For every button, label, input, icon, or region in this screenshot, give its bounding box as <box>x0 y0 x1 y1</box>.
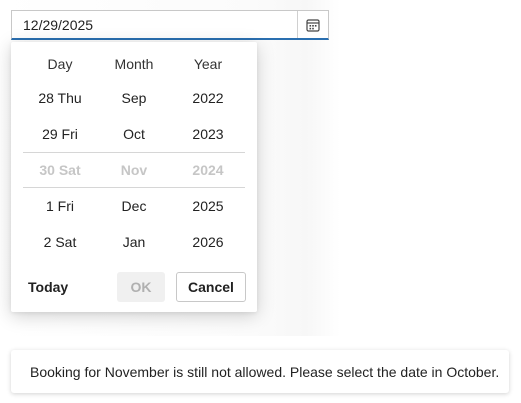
toast-message: Booking for November is still not allowe… <box>30 363 500 380</box>
date-input[interactable]: 12/29/2025 <box>11 10 329 40</box>
year-option[interactable]: 2023 <box>168 126 248 142</box>
calendar-button[interactable] <box>297 11 328 38</box>
selection-divider-top <box>23 152 245 153</box>
month-option[interactable]: Jan <box>94 234 174 250</box>
calendar-icon <box>306 18 320 32</box>
cancel-button[interactable]: Cancel <box>176 272 246 302</box>
day-option[interactable]: 1 Fri <box>20 198 100 214</box>
year-option-selected[interactable]: 2024 <box>168 162 248 178</box>
selection-divider-bottom <box>23 187 245 188</box>
date-picker-popup: Day Month Year 28 Thu 29 Fri 30 Sat 1 Fr… <box>11 42 257 312</box>
header-day: Day <box>47 56 73 72</box>
validation-toast: Booking for November is still not allowe… <box>11 350 509 393</box>
date-input-value[interactable]: 12/29/2025 <box>12 17 297 33</box>
header-year: Year <box>193 56 223 72</box>
month-option[interactable]: Oct <box>94 126 174 142</box>
header-month: Month <box>114 56 154 72</box>
month-option[interactable]: Dec <box>94 198 174 214</box>
today-button[interactable]: Today <box>28 279 68 295</box>
day-option[interactable]: 29 Fri <box>20 126 100 142</box>
day-option[interactable]: 28 Thu <box>20 90 100 106</box>
month-option-selected[interactable]: Nov <box>94 162 174 178</box>
year-option[interactable]: 2026 <box>168 234 248 250</box>
year-option[interactable]: 2022 <box>168 90 248 106</box>
year-option[interactable]: 2025 <box>168 198 248 214</box>
day-option-selected[interactable]: 30 Sat <box>20 162 100 178</box>
ok-button[interactable]: OK <box>117 272 165 302</box>
month-option[interactable]: Sep <box>94 90 174 106</box>
day-option[interactable]: 2 Sat <box>20 234 100 250</box>
